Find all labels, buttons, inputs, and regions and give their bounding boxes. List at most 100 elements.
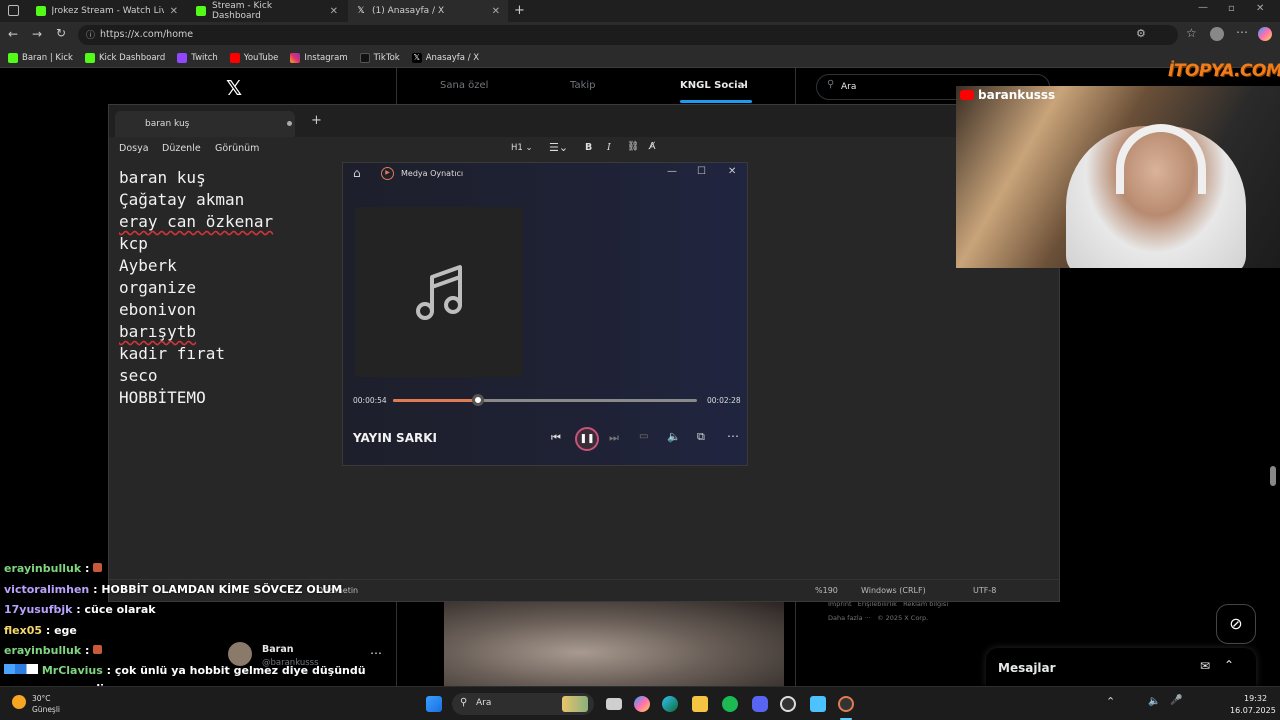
chat-username: MrClavius [41,664,103,677]
menu-file[interactable]: Dosya [119,143,149,154]
chevron-down-icon[interactable]: ⌄ [740,78,748,89]
tab-kngl-social[interactable]: KNGL Social [680,80,748,91]
bookmark-x[interactable]: 𝕏 Anasayfa / X [411,52,479,63]
text-line: organize [119,278,197,297]
text-line: ebonivon [119,300,197,319]
chat-text: ege [54,624,77,637]
captions-icon[interactable]: ▭ [639,431,648,442]
close-tab-icon[interactable]: ✕ [492,6,500,17]
extensions-icon[interactable]: ⚙ [1136,27,1146,40]
spotify-icon[interactable] [722,696,738,712]
seek-thumb[interactable] [472,394,485,406]
microphone-icon[interactable]: 🎤 [1170,695,1182,706]
volume-icon[interactable]: 🔈 [667,430,681,443]
browser-tab[interactable]: Stream - Kick Dashboard ✕ [188,0,346,22]
menu-view[interactable]: Görünüm [215,143,259,154]
previous-icon[interactable]: ⏮ [551,431,561,445]
favorites-icon[interactable]: ☆ [1186,26,1197,40]
bookmark-instagram[interactable]: Instagram [290,52,348,63]
maximize-icon[interactable]: ☐ [697,166,706,177]
bookmark-label: Kick Dashboard [98,52,166,63]
bookmark-label: YouTube [243,52,279,63]
account-more-icon[interactable]: ⋯ [370,646,382,660]
pause-button[interactable]: ❚❚ [575,427,599,451]
text-line: HOBBİTEMO [119,388,206,407]
expand-icon[interactable]: ⌃ [1224,658,1234,672]
bookmark-baran-kick[interactable]: Baran | Kick [8,52,73,63]
messages-title: Mesajlar [998,661,1056,675]
copilot-icon[interactable] [1258,27,1272,41]
bold-icon[interactable]: B [585,142,592,153]
scrollbar[interactable] [1270,466,1276,486]
text-line: eray can özkenar [119,212,274,231]
link-icon[interactable]: ⛓ [627,141,639,152]
address-bar[interactable]: ⓘ https://x.com/home [78,25,1178,45]
back-icon[interactable]: ← [8,27,18,41]
minimize-icon[interactable]: — [667,166,677,177]
clear-format-icon[interactable]: A̸ [649,141,656,152]
obs-icon[interactable] [780,696,796,712]
minimize-window-icon[interactable]: — [1198,2,1208,13]
grok-button[interactable]: ⊘ [1216,604,1256,644]
sponsor-watermark: İTOPYA.COM [1168,61,1280,81]
next-icon[interactable]: ⏭ [609,431,619,445]
copilot-icon[interactable] [634,696,650,712]
bookmark-label: TikTok [373,52,400,63]
task-view-icon[interactable] [606,698,622,710]
close-icon[interactable]: ✕ [728,166,736,177]
list-icon[interactable]: ☰⌄ [549,141,568,154]
file-explorer-icon[interactable] [692,696,708,712]
notepad-text[interactable]: baran kuş Çağatay akman eray can özkenar… [119,167,273,409]
bookmark-twitch[interactable]: Twitch [177,52,218,63]
messages-drawer[interactable]: Mesajlar ✉ ⌃ [986,648,1256,686]
clock-time[interactable]: 19:32 [1244,694,1267,703]
bookmark-kick-dashboard[interactable]: Kick Dashboard [84,52,166,63]
heading-dropdown[interactable]: H1 ⌄ [511,143,533,153]
menu-edit[interactable]: Düzenle [162,143,201,154]
browser-tab-active[interactable]: 𝕏 (1) Anasayfa / X ✕ [348,0,508,22]
more-options-icon[interactable]: ⋯ [727,429,739,443]
new-message-icon[interactable]: ✉ [1200,659,1210,673]
close-window-icon[interactable]: ✕ [1256,3,1264,14]
home-icon[interactable]: ⌂ [353,166,361,180]
avatar[interactable] [228,642,252,666]
album-art [355,207,523,377]
notepad-icon[interactable] [810,696,826,712]
close-tab-icon[interactable]: ✕ [170,6,178,17]
notepad-tab[interactable]: baran kuş [115,111,295,137]
media-player-icon[interactable] [838,696,854,712]
seek-bar[interactable] [393,394,697,406]
refresh-icon[interactable]: ↻ [56,26,66,40]
profile-avatar-icon[interactable] [1210,27,1224,41]
network-icon[interactable]: 🔈 [1148,696,1160,707]
timeline-video[interactable] [444,602,784,686]
clock-date[interactable]: 16.07.2025 [1230,706,1276,715]
new-tab-icon[interactable]: + [514,3,525,18]
tray-overflow-icon[interactable]: ⌃ [1106,695,1115,708]
tab-following[interactable]: Takip [570,80,596,91]
browser-tab[interactable]: Jrokez Stream - Watch Live on Ki ✕ [28,0,186,22]
unsaved-dot-icon[interactable] [287,121,292,126]
bookmark-tiktok[interactable]: TikTok [359,52,400,63]
x-logo-icon[interactable]: 𝕏 [226,76,242,100]
close-tab-icon[interactable]: ✕ [330,6,338,17]
start-icon[interactable] [426,696,442,712]
italic-icon[interactable]: I [607,142,611,153]
mini-player-icon[interactable]: ⧉ [697,430,705,444]
tab-for-you[interactable]: Sana özel [440,80,488,91]
restore-window-icon[interactable]: ▫ [1228,3,1235,14]
edge-icon[interactable] [662,696,678,712]
bookmark-youtube[interactable]: YouTube [229,52,279,63]
x-logo-icon: 𝕏 [357,6,365,16]
discord-icon[interactable] [752,696,768,712]
forward-icon[interactable]: → [32,27,42,41]
menu-icon[interactable]: ⋯ [1236,25,1248,39]
weather-icon[interactable] [12,695,26,709]
chat-message: MrClavius : çok ünlü ya hobbit gelmez di… [4,664,366,677]
new-tab-icon[interactable]: + [311,113,322,128]
search-icon: ⚲ [827,79,835,90]
tab-actions-icon[interactable] [8,5,19,16]
weather-desc: Güneşli [32,705,61,714]
taskbar-search[interactable]: ⚲ Ara [452,693,594,715]
site-info-icon[interactable]: ⓘ [86,28,95,41]
